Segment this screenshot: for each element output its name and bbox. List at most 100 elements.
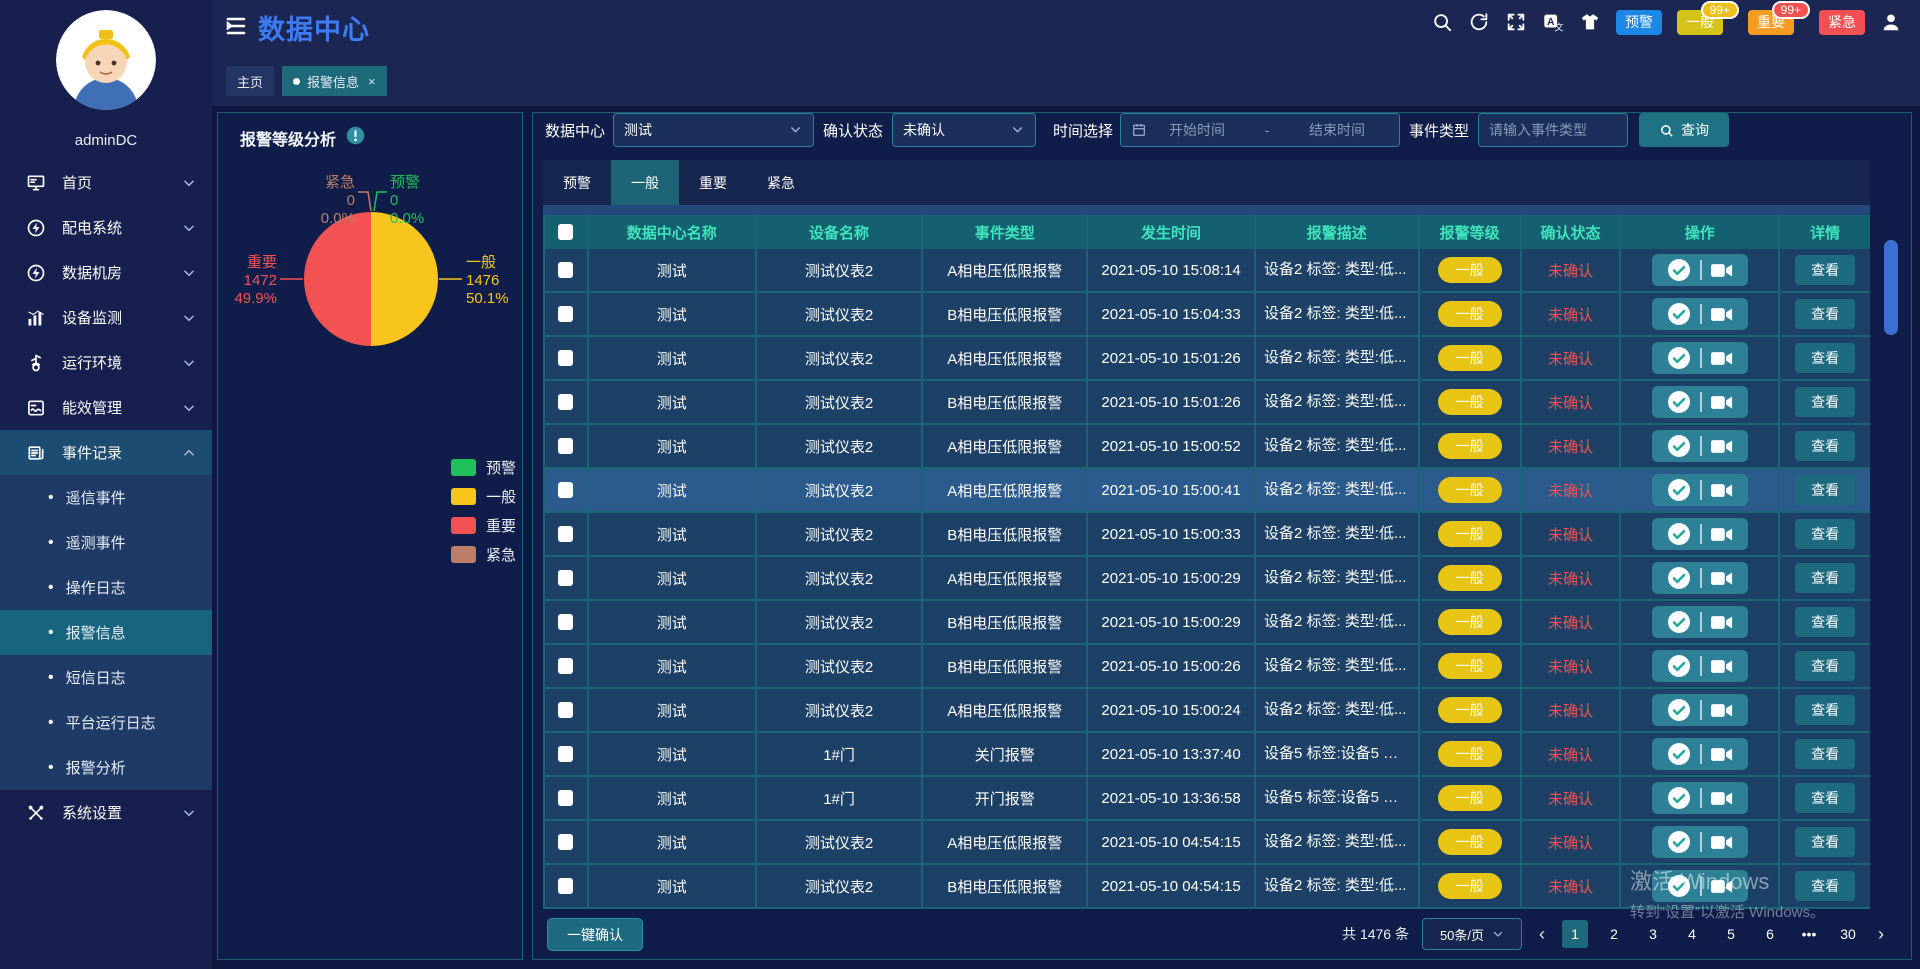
camera-icon[interactable] [1711,659,1733,674]
view-detail-button[interactable]: 查看 [1795,607,1855,637]
submenu-item-2[interactable]: •操作日志 [0,565,212,610]
status-tab-3[interactable]: 紧急 [747,160,815,205]
row-checkbox[interactable] [558,350,573,366]
camera-icon[interactable] [1711,835,1733,850]
search-icon[interactable] [1431,11,1453,33]
view-detail-button[interactable]: 查看 [1795,651,1855,681]
submenu-item-0[interactable]: •遥信事件 [0,475,212,520]
confirm-check-icon[interactable] [1667,698,1691,722]
table-row-14[interactable]: 测试测试仪表2B相电压低限报警2021-05-10 04:54:15设备2 标签… [545,865,1870,909]
submenu-item-6[interactable]: •报警分析 [0,745,212,790]
table-row-4[interactable]: 测试测试仪表2A相电压低限报警2021-05-10 15:00:52设备2 标签… [545,425,1870,469]
vertical-scrollbar-thumb[interactable] [1884,240,1898,335]
confirm-check-icon[interactable] [1667,346,1691,370]
legend-item-2[interactable]: 重要 [451,511,516,540]
legend-item-1[interactable]: 一般 [451,482,516,511]
alarm-badge-3[interactable]: 紧急 [1819,10,1865,35]
view-detail-button[interactable]: 查看 [1795,255,1855,285]
confirm-check-icon[interactable] [1667,742,1691,766]
view-detail-button[interactable]: 查看 [1795,871,1855,901]
breadcrumb-tab-0[interactable]: 主页 [226,66,274,96]
confirm-check-icon[interactable] [1667,522,1691,546]
menu-icon[interactable] [224,14,248,38]
sidebar-item-7[interactable]: 系统设置 [0,790,212,835]
page-size-select[interactable]: 50条/页 [1422,918,1522,950]
confirm-check-icon[interactable] [1667,434,1691,458]
confirm-check-icon[interactable] [1667,874,1691,898]
view-detail-button[interactable]: 查看 [1795,343,1855,373]
alarm-badge-2[interactable]: 重要99+ [1748,10,1794,35]
fullscreen-icon[interactable] [1505,11,1527,33]
prev-page-button[interactable]: ‹ [1535,924,1549,945]
row-checkbox[interactable] [558,438,573,454]
row-checkbox[interactable] [558,482,573,498]
translate-icon[interactable]: A文 [1542,11,1564,33]
submenu-item-3[interactable]: •报警信息 [0,610,212,655]
page-1[interactable]: 1 [1562,920,1588,948]
close-icon[interactable]: × [368,74,376,89]
breadcrumb-tab-1[interactable]: 报警信息× [282,66,387,96]
table-row-5[interactable]: 测试测试仪表2A相电压低限报警2021-05-10 15:00:41设备2 标签… [545,469,1870,513]
status-tab-1[interactable]: 一般 [611,160,679,205]
confirm-check-icon[interactable] [1667,478,1691,502]
confirm-check-icon[interactable] [1667,566,1691,590]
end-date-input[interactable]: 结束时间 [1309,120,1365,140]
page-2[interactable]: 2 [1601,920,1627,948]
camera-icon[interactable] [1711,439,1733,454]
row-checkbox[interactable] [558,394,573,410]
row-checkbox[interactable] [558,746,573,762]
search-button[interactable]: 查询 [1639,113,1729,147]
row-checkbox[interactable] [558,702,573,718]
status-tab-0[interactable]: 预警 [543,160,611,205]
table-row-0[interactable]: 测试测试仪表2A相电压低限报警2021-05-10 15:08:14设备2 标签… [545,249,1870,293]
confirm-check-icon[interactable] [1667,302,1691,326]
camera-icon[interactable] [1711,571,1733,586]
table-row-7[interactable]: 测试测试仪表2A相电压低限报警2021-05-10 15:00:29设备2 标签… [545,557,1870,601]
sidebar-item-5[interactable]: 能效管理 [0,385,212,430]
page-4[interactable]: 4 [1679,920,1705,948]
row-checkbox[interactable] [558,262,573,278]
table-row-11[interactable]: 测试1#门关门报警2021-05-10 13:37:40设备5 标签:设备5 类… [545,733,1870,777]
camera-icon[interactable] [1711,791,1733,806]
table-row-12[interactable]: 测试1#门开门报警2021-05-10 13:36:58设备5 标签:设备5 类… [545,777,1870,821]
select-all-checkbox[interactable] [558,224,573,240]
legend-item-3[interactable]: 紧急 [451,540,516,569]
legend-item-0[interactable]: 预警 [451,453,516,482]
camera-icon[interactable] [1711,527,1733,542]
date-range-picker[interactable]: 开始时间 - 结束时间 [1120,113,1400,147]
sidebar-item-4[interactable]: 运行环境 [0,340,212,385]
confirm-check-icon[interactable] [1667,258,1691,282]
confirm-check-icon[interactable] [1667,610,1691,634]
confirm-all-button[interactable]: 一键确认 [547,918,643,951]
row-checkbox[interactable] [558,614,573,630]
submenu-item-4[interactable]: •短信日志 [0,655,212,700]
table-row-13[interactable]: 测试测试仪表2A相电压低限报警2021-05-10 04:54:15设备2 标签… [545,821,1870,865]
confirm-select[interactable]: 未确认 [892,113,1036,147]
view-detail-button[interactable]: 查看 [1795,739,1855,769]
sidebar-item-0[interactable]: 首页 [0,160,212,205]
row-checkbox[interactable] [558,526,573,542]
page-•••[interactable]: ••• [1796,920,1822,948]
row-checkbox[interactable] [558,790,573,806]
table-row-2[interactable]: 测试测试仪表2A相电压低限报警2021-05-10 15:01:26设备2 标签… [545,337,1870,381]
alarm-badge-1[interactable]: 一般99+ [1677,10,1723,35]
status-tab-2[interactable]: 重要 [679,160,747,205]
next-page-button[interactable]: › [1874,924,1888,945]
page-3[interactable]: 3 [1640,920,1666,948]
sidebar-item-2[interactable]: 数据机房 [0,250,212,295]
camera-icon[interactable] [1711,703,1733,718]
sidebar-item-1[interactable]: 配电系统 [0,205,212,250]
camera-icon[interactable] [1711,307,1733,322]
user-icon[interactable] [1880,11,1902,33]
row-checkbox[interactable] [558,306,573,322]
table-top-scroll-track[interactable] [543,205,1870,215]
table-row-10[interactable]: 测试测试仪表2A相电压低限报警2021-05-10 15:00:24设备2 标签… [545,689,1870,733]
camera-icon[interactable] [1711,879,1733,894]
view-detail-button[interactable]: 查看 [1795,827,1855,857]
table-row-8[interactable]: 测试测试仪表2B相电压低限报警2021-05-10 15:00:29设备2 标签… [545,601,1870,645]
sidebar-item-3[interactable]: 设备监测 [0,295,212,340]
table-row-6[interactable]: 测试测试仪表2B相电压低限报警2021-05-10 15:00:33设备2 标签… [545,513,1870,557]
view-detail-button[interactable]: 查看 [1795,695,1855,725]
camera-icon[interactable] [1711,747,1733,762]
camera-icon[interactable] [1711,483,1733,498]
